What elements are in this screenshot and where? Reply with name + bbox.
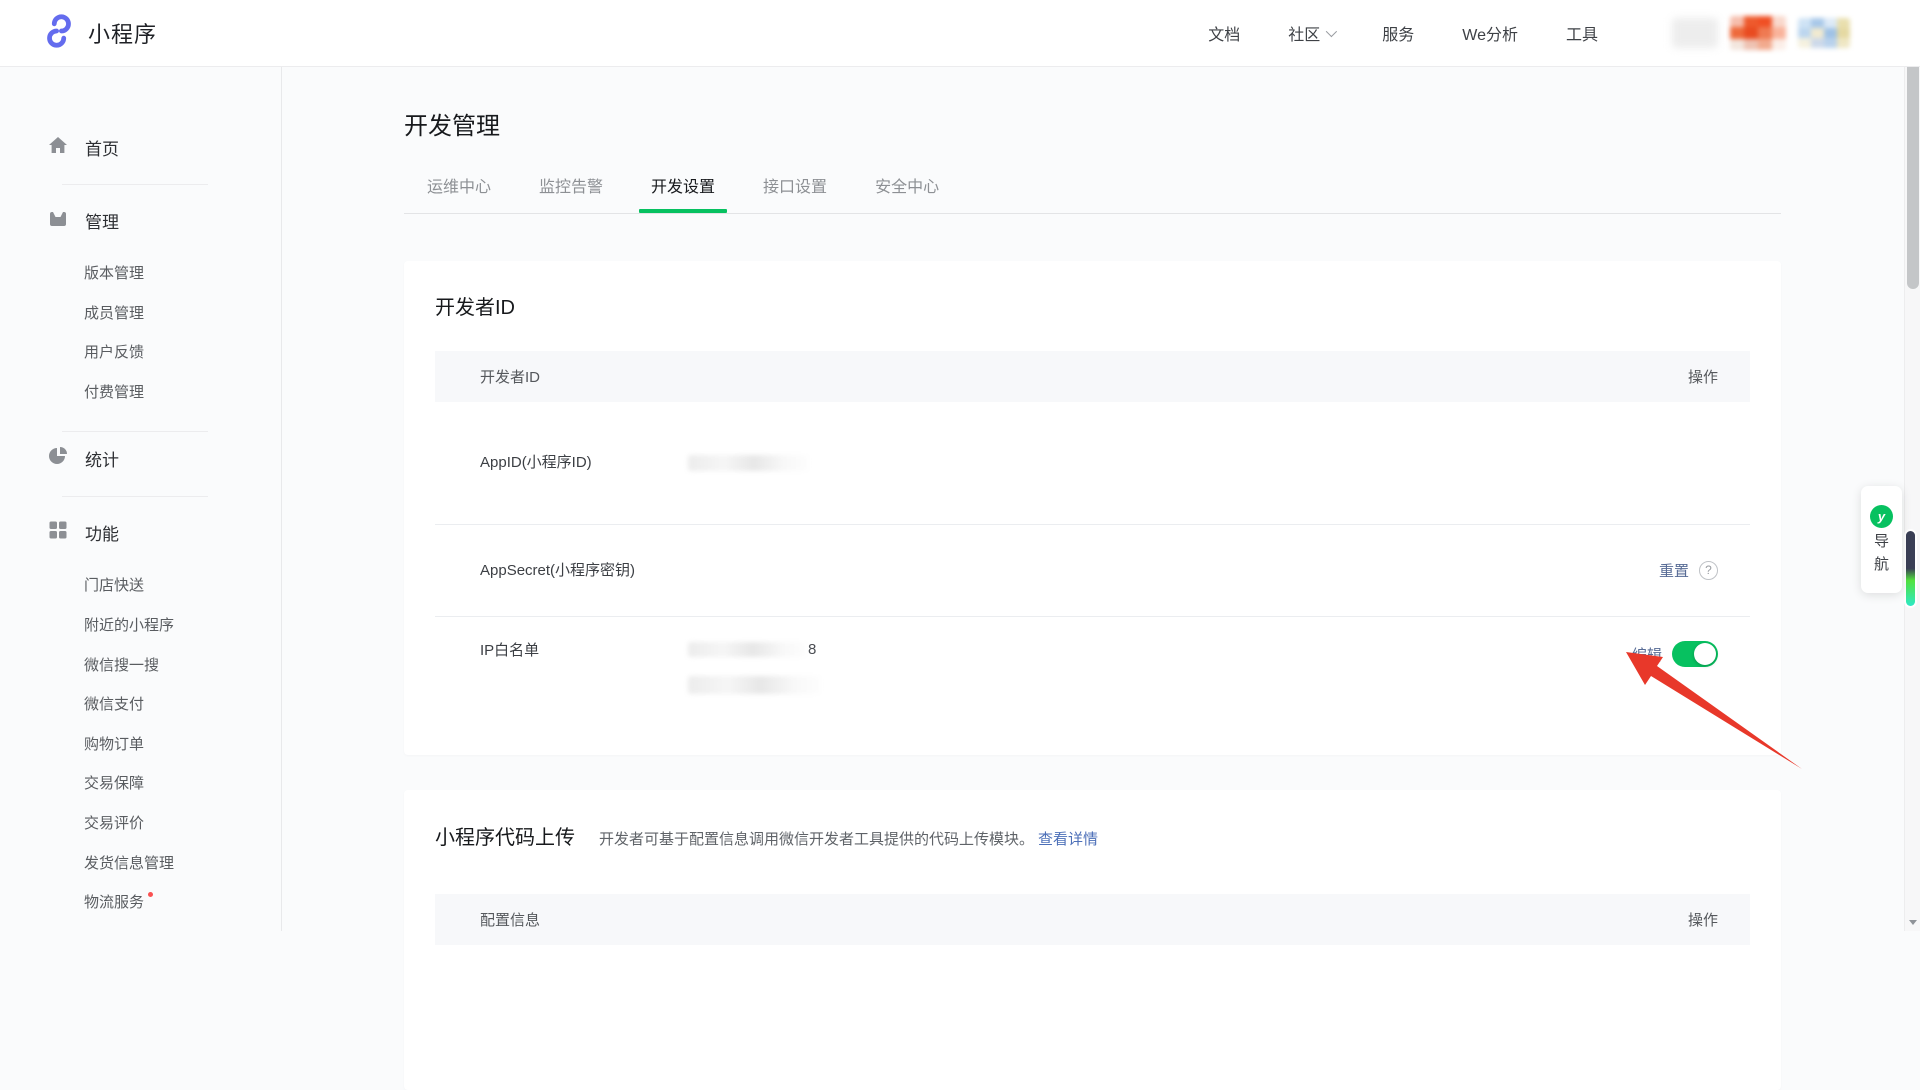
appid-value-masked [688, 455, 808, 471]
ip-visible-tail: 8 [808, 641, 816, 658]
tab-bar: 运维中心 监控告警 开发设置 接口设置 安全中心 [404, 166, 1781, 214]
sidebar-item-logistics[interactable]: 物流服务 [0, 883, 281, 923]
nav-docs[interactable]: 文档 [1208, 21, 1240, 45]
scroll-down-arrow-icon[interactable] [1909, 920, 1917, 925]
nav-tools[interactable]: 工具 [1566, 21, 1598, 45]
code-upload-card: 小程序代码上传 开发者可基于配置信息调用微信开发者工具提供的代码上传模块。 查看… [404, 790, 1781, 1090]
code-upload-title-row: 小程序代码上传 开发者可基于配置信息调用微信开发者工具提供的代码上传模块。 查看… [435, 790, 1750, 852]
scroll-progress-indicator [1906, 531, 1915, 606]
nav-widget-label: 航 [1874, 556, 1889, 574]
edit-button[interactable]: 编辑 [1632, 644, 1662, 665]
sidebar-divider [62, 431, 208, 432]
sidebar-item-features[interactable]: 功能 [0, 508, 281, 556]
inbox-icon [48, 208, 68, 233]
main-content: 开发管理 运维中心 监控告警 开发设置 接口设置 安全中心 开发者ID 开发者I… [283, 66, 1783, 931]
column-actions: 操作 [1688, 909, 1718, 930]
ip-whitelist-label: IP白名单 [480, 641, 688, 661]
avatar[interactable] [1798, 18, 1850, 48]
miniprogram-logo-icon [40, 12, 78, 55]
sidebar-divider [62, 184, 208, 185]
avatar[interactable] [1730, 16, 1786, 50]
ip-whitelist-values: 8 [688, 641, 820, 694]
code-upload-title: 小程序代码上传 [435, 824, 575, 852]
sidebar-item-wechat-pay[interactable]: 微信支付 [0, 685, 281, 725]
column-actions: 操作 [1688, 366, 1718, 387]
nav-widget-label: 导 [1874, 533, 1889, 551]
header-nav: 文档 社区 服务 We分析 工具 [1208, 16, 1850, 50]
account-blob-blurred [1672, 18, 1718, 48]
appid-label: AppID(小程序ID) [480, 453, 688, 473]
sidebar-item-store-delivery[interactable]: 门店快送 [0, 566, 281, 606]
scrollbar-track[interactable] [1904, 0, 1920, 931]
sidebar-divider [62, 496, 208, 497]
sidebar-item-home[interactable]: 首页 [0, 122, 281, 172]
tab-ops-center[interactable]: 运维中心 [427, 166, 491, 213]
sidebar-item-manage[interactable]: 管理 [0, 195, 281, 245]
ip-whitelist-toggle-on[interactable] [1672, 641, 1718, 667]
chevron-down-icon [1326, 26, 1337, 37]
sidebar-group-features-items: 门店快送 附近的小程序 微信搜一搜 微信支付 购物订单 交易保障 交易评价 发货… [0, 566, 281, 922]
help-icon[interactable]: ? [1699, 561, 1718, 580]
developer-id-card: 开发者ID 开发者ID 操作 AppID(小程序ID) AppSecret(小程… [404, 261, 1781, 755]
nav-we-analytics[interactable]: We分析 [1462, 21, 1518, 45]
miniprogram-logo[interactable]: 小程序 [40, 12, 157, 55]
tab-security-center[interactable]: 安全中心 [875, 166, 939, 213]
sidebar-item-payment-manage[interactable]: 付费管理 [0, 373, 281, 413]
ip-value-masked [688, 676, 820, 694]
developer-table-header: 开发者ID 操作 [435, 351, 1750, 402]
app-header: 小程序 文档 社区 服务 We分析 工具 [0, 0, 1920, 66]
sidebar-item-version[interactable]: 版本管理 [0, 254, 281, 294]
tab-dev-settings[interactable]: 开发设置 [651, 166, 715, 213]
tab-monitor-alert[interactable]: 监控告警 [539, 166, 603, 213]
column-config-info: 配置信息 [480, 909, 540, 930]
developer-id-title: 开发者ID [435, 261, 1750, 322]
ip-value-masked [688, 642, 806, 657]
sidebar-item-feedback[interactable]: 用户反馈 [0, 333, 281, 373]
account-area [1672, 16, 1850, 50]
grid-icon [48, 520, 68, 545]
table-row-appid: AppID(小程序ID) [435, 402, 1750, 524]
appsecret-label: AppSecret(小程序密钥) [480, 561, 688, 581]
code-upload-description: 开发者可基于配置信息调用微信开发者工具提供的代码上传模块。 [599, 828, 1034, 849]
ip-line-1: 8 [688, 641, 820, 659]
sidebar-item-trade-guarantee[interactable]: 交易保障 [0, 764, 281, 804]
table-row-ip-whitelist: IP白名单 8 编辑 [435, 616, 1750, 754]
sidebar-item-shopping-orders[interactable]: 购物订单 [0, 725, 281, 765]
logo-text: 小程序 [88, 17, 157, 49]
view-details-link[interactable]: 查看详情 [1038, 828, 1098, 849]
nav-services[interactable]: 服务 [1382, 21, 1414, 45]
nav-community[interactable]: 社区 [1288, 21, 1334, 45]
sidebar-item-nearby[interactable]: 附近的小程序 [0, 606, 281, 646]
table-row-appsecret: AppSecret(小程序密钥) 重置 ? [435, 524, 1750, 616]
sidebar: 首页 管理 版本管理 成员管理 用户反馈 付费管理 统计 [0, 66, 282, 931]
config-table-header: 配置信息 操作 [435, 894, 1750, 945]
floating-nav-widget[interactable]: y 导 航 [1861, 486, 1902, 593]
sidebar-item-shipping-info[interactable]: 发货信息管理 [0, 844, 281, 884]
tab-api-settings[interactable]: 接口设置 [763, 166, 827, 213]
page-title: 开发管理 [404, 110, 1783, 144]
new-badge-dot [148, 892, 153, 897]
sidebar-item-wechat-search[interactable]: 微信搜一搜 [0, 646, 281, 686]
sidebar-item-trade-review[interactable]: 交易评价 [0, 804, 281, 844]
nav-widget-icon: y [1870, 505, 1893, 528]
column-developer-id: 开发者ID [480, 366, 540, 387]
reset-button[interactable]: 重置 [1659, 560, 1689, 581]
home-icon [48, 135, 68, 160]
sidebar-group-manage-items: 版本管理 成员管理 用户反馈 付费管理 [0, 254, 281, 412]
sidebar-item-statistics[interactable]: 统计 [0, 434, 281, 482]
sidebar-item-members[interactable]: 成员管理 [0, 294, 281, 334]
pie-chart-icon [48, 446, 68, 471]
